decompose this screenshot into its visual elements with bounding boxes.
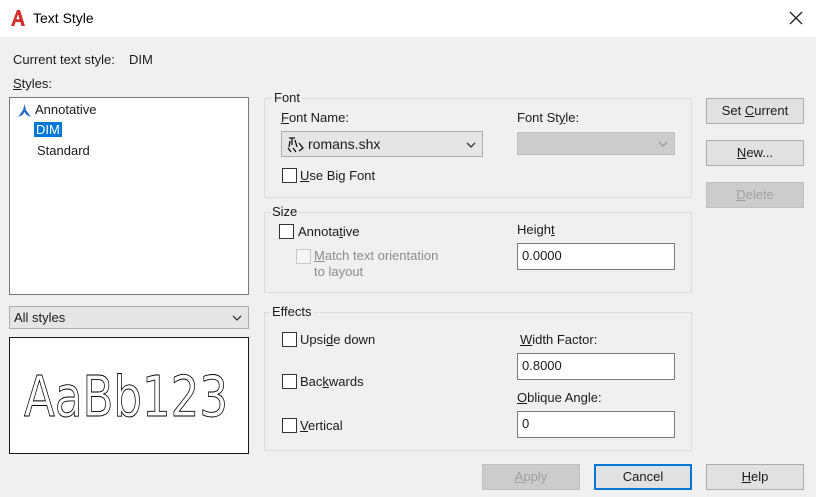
list-item-standard[interactable]: Standard xyxy=(37,141,90,161)
styles-listbox[interactable]: Annotative DIM Standard xyxy=(9,97,249,295)
cancel-button[interactable]: Cancel xyxy=(594,464,692,490)
effects-group-title: Effects xyxy=(270,304,314,319)
vertical-label: Vertical xyxy=(300,418,343,433)
set-current-button[interactable]: Set Current xyxy=(706,98,804,124)
vertical-checkbox[interactable] xyxy=(282,418,297,433)
styles-label: Styles: xyxy=(13,76,53,91)
use-big-font-label: Use Big Font xyxy=(300,168,376,183)
current-style-value: DIM xyxy=(129,52,153,67)
title-bar: Text Style xyxy=(0,0,816,37)
annotative-checkbox[interactable] xyxy=(279,224,294,239)
chevron-down-icon xyxy=(466,142,476,148)
annotative-icon xyxy=(18,103,31,117)
list-item-label: Standard xyxy=(37,143,90,158)
chevron-down-icon xyxy=(658,141,668,147)
list-item-annotative[interactable]: Annotative xyxy=(17,100,96,120)
upside-down-label: Upside down xyxy=(300,332,376,347)
current-style-label: Current text style: xyxy=(13,52,115,67)
oblique-angle-label: Oblique Angle: xyxy=(517,390,602,405)
styles-filter-value: All styles xyxy=(14,310,66,325)
annotative-label: Annotative xyxy=(298,224,360,239)
oblique-angle-input[interactable]: 0 xyxy=(517,411,675,438)
backwards-checkbox[interactable] xyxy=(282,374,297,389)
shx-font-icon xyxy=(287,137,304,153)
match-orientation-label-line2: to layout xyxy=(314,264,364,279)
match-orientation-checkbox[interactable] xyxy=(296,249,311,264)
window-title: Text Style xyxy=(33,10,94,26)
close-icon[interactable] xyxy=(786,8,806,28)
list-item-dim[interactable]: DIM xyxy=(34,120,62,140)
height-label: Height xyxy=(517,222,555,237)
font-style-dropdown[interactable] xyxy=(517,132,675,155)
font-group-title: Font xyxy=(272,90,303,105)
match-orientation-label: Match text orientation xyxy=(314,248,439,263)
size-group-title: Size xyxy=(270,204,300,219)
height-input[interactable]: 0.0000 xyxy=(517,243,675,270)
help-button[interactable]: Help xyxy=(706,464,804,490)
width-factor-label: Width Factor: xyxy=(520,332,598,347)
preview-text-canvas: AaBb123 xyxy=(24,365,229,431)
font-name-value: romans.shx xyxy=(308,136,381,152)
font-style-label: Font Style: xyxy=(517,110,580,125)
list-item-label: DIM xyxy=(34,122,62,137)
width-factor-input[interactable]: 0.8000 xyxy=(517,353,675,380)
preview-text: AaBb123 xyxy=(24,365,228,430)
upside-down-checkbox[interactable] xyxy=(282,332,297,347)
style-preview: AaBb123 xyxy=(9,337,249,454)
font-name-dropdown[interactable]: romans.shx xyxy=(281,131,483,157)
delete-button[interactable]: Delete xyxy=(706,182,804,208)
list-item-label: Annotative xyxy=(35,102,97,117)
new-button[interactable]: New... xyxy=(706,140,804,166)
font-name-label: Font Name: xyxy=(281,110,349,125)
autocad-a-icon xyxy=(11,10,25,26)
backwards-label: Backwards xyxy=(300,374,364,389)
apply-button[interactable]: Apply xyxy=(482,464,580,490)
chevron-down-icon xyxy=(232,315,242,321)
use-big-font-checkbox[interactable] xyxy=(282,168,297,183)
styles-filter-dropdown[interactable]: All styles xyxy=(9,306,249,329)
